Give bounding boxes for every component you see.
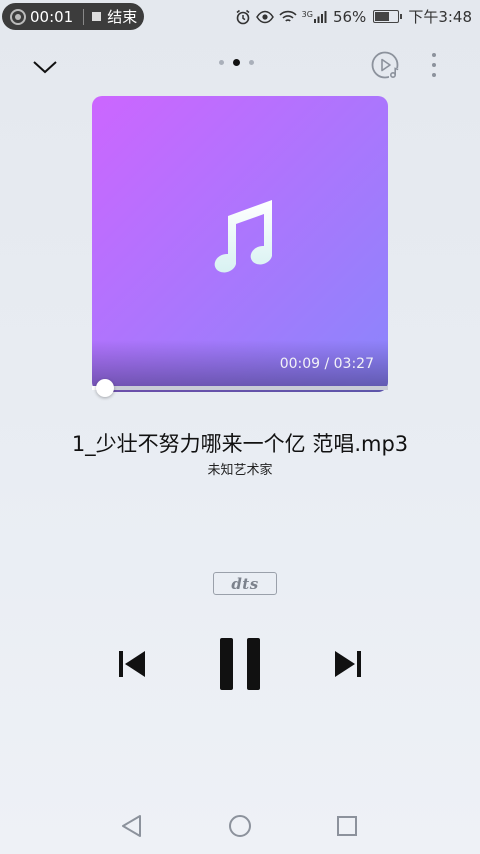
divider	[83, 8, 85, 25]
record-time: 00:01	[30, 7, 74, 26]
playlist-icon[interactable]	[370, 49, 402, 81]
seek-thumb[interactable]	[95, 379, 114, 397]
page-dot	[233, 59, 240, 66]
song-artist: 未知艺术家	[207, 463, 273, 478]
cell-signal: 3G	[302, 10, 328, 23]
page-dot	[249, 60, 254, 65]
screen-record-pill[interactable]: 00:01 结束	[2, 3, 144, 30]
wifi-icon	[279, 10, 297, 22]
page-dot	[219, 60, 224, 65]
pause-button[interactable]	[214, 634, 266, 697]
eye-comfort-icon	[255, 10, 274, 23]
more-vertical-icon[interactable]	[424, 50, 444, 80]
playback-time: 00:09 / 03:27	[279, 356, 374, 372]
skip-previous-icon	[119, 651, 145, 677]
status-icons: 3G 56% 下午3:48	[235, 6, 472, 27]
previous-button[interactable]	[112, 645, 150, 686]
status-bar: 00:01 结束 3G 56% 下午3:48	[0, 0, 480, 34]
clock: 下午3:48	[408, 8, 472, 26]
next-button[interactable]	[330, 645, 368, 686]
player-top-bar	[0, 44, 480, 88]
battery-icon	[373, 10, 403, 23]
chevron-down-icon[interactable]	[30, 54, 60, 78]
record-icon	[10, 8, 26, 25]
nav-back-icon[interactable]	[118, 813, 146, 839]
signal-bars-icon	[313, 11, 327, 23]
seek-bar[interactable]	[92, 379, 388, 397]
network-type-label: 3G	[301, 10, 313, 19]
album-art[interactable]: 00:09 / 03:27	[92, 96, 388, 392]
alarm-icon	[236, 9, 250, 24]
skip-next-icon	[335, 651, 361, 677]
stop-icon[interactable]	[92, 12, 102, 21]
end-record-label[interactable]: 结束	[107, 6, 137, 27]
dts-sound-button[interactable]: dts	[213, 572, 277, 595]
pause-icon	[220, 638, 260, 690]
nav-home-icon[interactable]	[228, 813, 252, 839]
battery-percent: 56%	[332, 7, 367, 26]
song-title: 1_少壮不努力哪来一个亿 范唱.mp3	[71, 432, 409, 456]
music-note-icon	[214, 200, 272, 273]
page-indicator	[219, 59, 254, 66]
nav-recents-icon[interactable]	[336, 814, 358, 838]
